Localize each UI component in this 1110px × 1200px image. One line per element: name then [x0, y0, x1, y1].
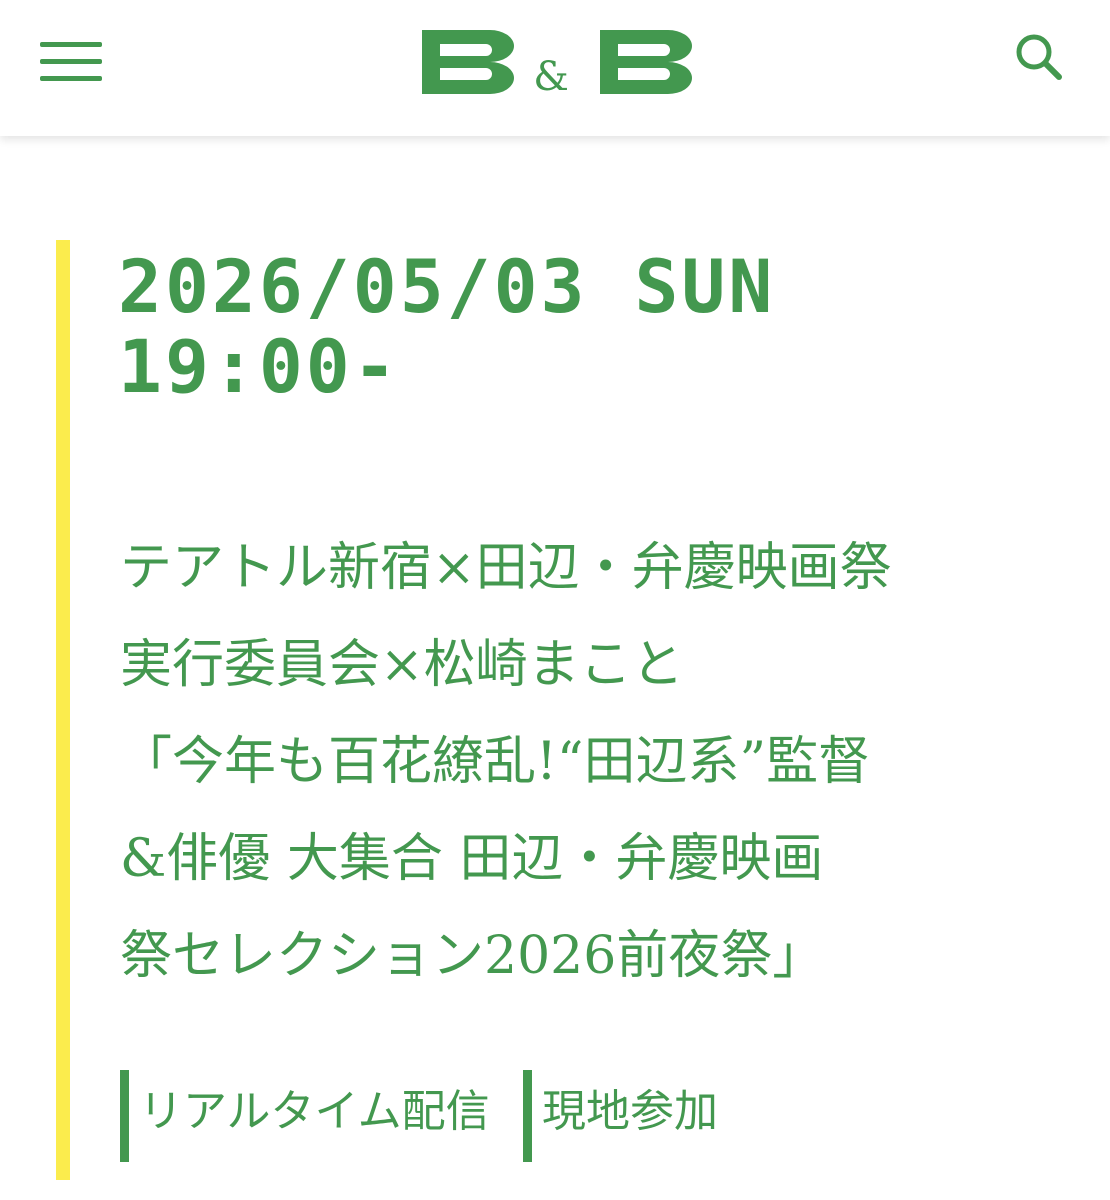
- tag-realtime-stream[interactable]: リアルタイム配信: [120, 1070, 490, 1162]
- event-title-line: 祭セレクション2026前夜祭」: [120, 926, 825, 986]
- event-title-line: 「今年も百花繚乱!“田辺系”監督: [120, 732, 871, 792]
- site-logo[interactable]: &: [418, 24, 696, 100]
- event-title: テアトル新宿×田辺・弁慶映画祭 実行委員会×松崎まこと 「今年も百花繚乱!“田辺…: [120, 520, 1080, 1005]
- event-title-line: テアトル新宿×田辺・弁慶映画祭: [120, 538, 892, 598]
- bb-logo: &: [422, 30, 692, 100]
- event-title-line: 実行委員会×松崎まこと: [120, 635, 684, 695]
- tag-label: リアルタイム配信: [139, 1086, 490, 1137]
- hamburger-menu-icon: [40, 42, 102, 81]
- search-button[interactable]: [1012, 30, 1068, 86]
- accent-bar: [56, 240, 70, 1180]
- site-header: &: [0, 0, 1110, 136]
- logo-ampersand: &: [533, 54, 569, 94]
- event-date: 2026/05/03 SUN: [118, 245, 776, 330]
- search-icon: [1016, 34, 1062, 80]
- menu-button[interactable]: [40, 40, 102, 84]
- tag-label: 現地参加: [542, 1086, 718, 1137]
- event-title-line: &俳優 大集合 田辺・弁慶映画: [120, 829, 824, 889]
- tag-onsite[interactable]: 現地参加: [523, 1070, 718, 1162]
- event-time: 19:00-: [118, 325, 400, 410]
